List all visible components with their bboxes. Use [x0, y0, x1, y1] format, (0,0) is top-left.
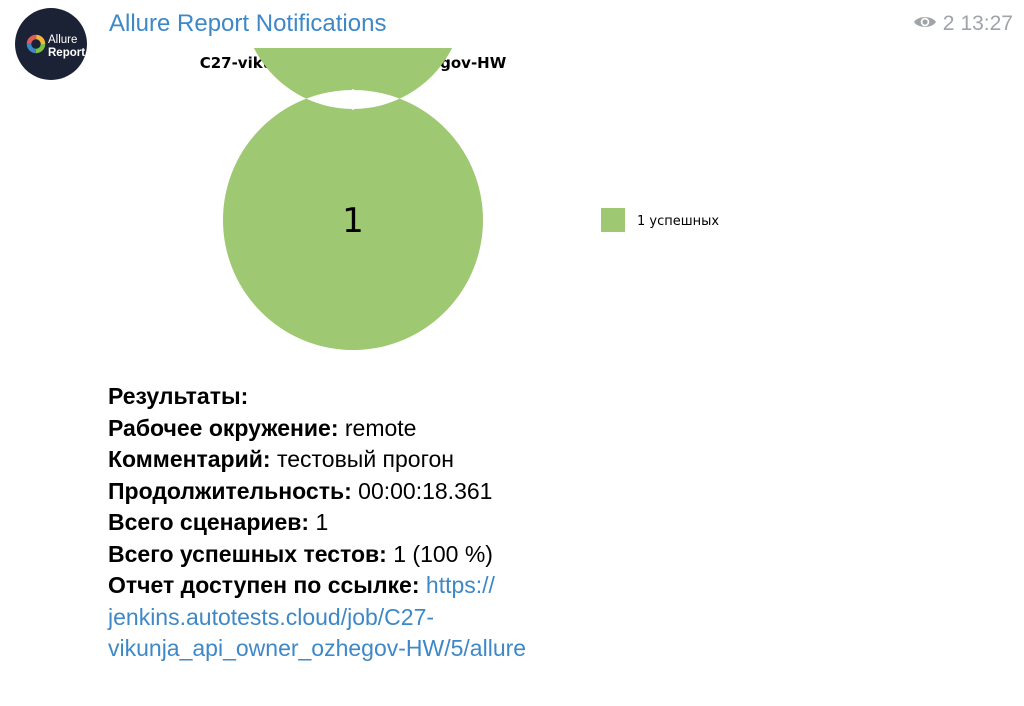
- results-block: Результаты: Рабочее окружение: remote Ко…: [108, 381, 988, 665]
- passed-tests-label: Всего успешных тестов:: [108, 540, 387, 567]
- duration-value: 00:00:18.361: [358, 477, 493, 504]
- passed-tests-value: 1 (100 %): [393, 540, 493, 567]
- message-time: 13:27: [960, 12, 1013, 35]
- comment-value: тестовый прогон: [276, 446, 454, 472]
- legend-label: 1 успешных: [637, 214, 719, 229]
- duration-label: Продолжительность:: [108, 477, 352, 504]
- eye-icon: [913, 12, 937, 36]
- report-link-label: Отчет доступен по ссылке:: [108, 572, 420, 598]
- views-count: 2: [942, 12, 955, 35]
- chart-slices: [223, 0, 483, 350]
- total-scenarios-value: 1: [315, 509, 329, 535]
- channel-avatar[interactable]: Allure Report: [15, 8, 87, 80]
- message-meta: 2 13:27: [913, 12, 1013, 36]
- sender-name[interactable]: Allure Report Notifications: [109, 10, 386, 38]
- donut-chart: C27-vikunja_api_owner_ozhegov-HW 1 1 усп…: [200, 0, 719, 350]
- chart-center-label: 1: [342, 201, 364, 241]
- avatar-line2: Report: [48, 47, 86, 59]
- comment-label: Комментарий:: [108, 446, 271, 472]
- env-label: Рабочее окружение:: [108, 414, 339, 441]
- results-heading: Результаты:: [108, 383, 249, 409]
- avatar-text: Allure Report: [48, 34, 85, 60]
- report-chart: C27-vikunja_api_owner_ozhegov-HW 1 1 усп…: [108, 0, 828, 368]
- avatar-line1: Allure: [48, 34, 78, 46]
- chart-legend: 1 успешных: [601, 208, 719, 232]
- legend-swatch: [601, 208, 625, 232]
- total-scenarios-label: Всего сценариев:: [108, 509, 310, 535]
- env-value: remote: [344, 414, 417, 441]
